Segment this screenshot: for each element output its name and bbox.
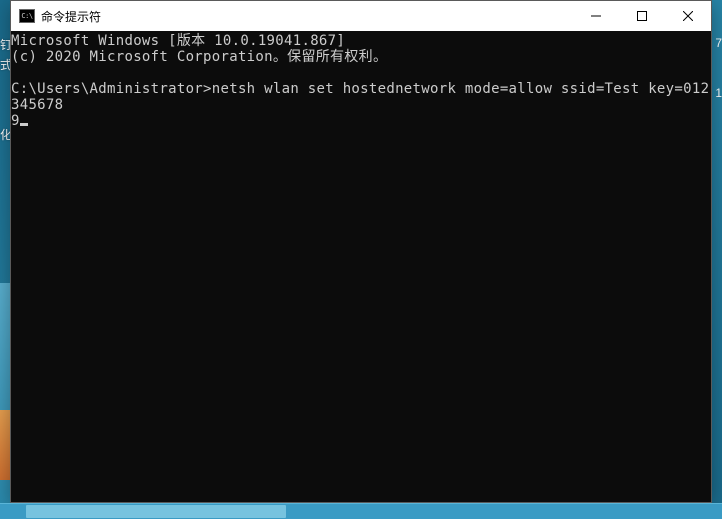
maximize-button[interactable] xyxy=(619,1,665,31)
taskbar[interactable] xyxy=(0,503,722,519)
terminal-line: (c) 2020 Microsoft Corporation。保留所有权利。 xyxy=(11,49,387,65)
terminal-area[interactable]: Microsoft Windows [版本 10.0.19041.867] (c… xyxy=(11,31,711,502)
desktop-artifact: 7 xyxy=(715,36,722,50)
desktop-artifact: 1 xyxy=(715,86,722,100)
close-button[interactable] xyxy=(665,1,711,31)
window-controls xyxy=(573,1,711,31)
terminal-cursor xyxy=(20,123,28,126)
cmd-icon: C:\ xyxy=(19,9,35,23)
window-title: 命令提示符 xyxy=(41,8,573,25)
terminal-line: Microsoft Windows [版本 10.0.19041.867] xyxy=(11,33,345,49)
taskbar-item[interactable] xyxy=(26,505,286,518)
command-prompt-window: C:\ 命令提示符 Microsoft Windows [版本 10.0.190… xyxy=(10,0,712,503)
terminal-command-wrap: 9 xyxy=(11,113,20,129)
titlebar[interactable]: C:\ 命令提示符 xyxy=(11,1,711,31)
terminal-prompt: C:\Users\Administrator> xyxy=(11,81,212,97)
minimize-button[interactable] xyxy=(573,1,619,31)
